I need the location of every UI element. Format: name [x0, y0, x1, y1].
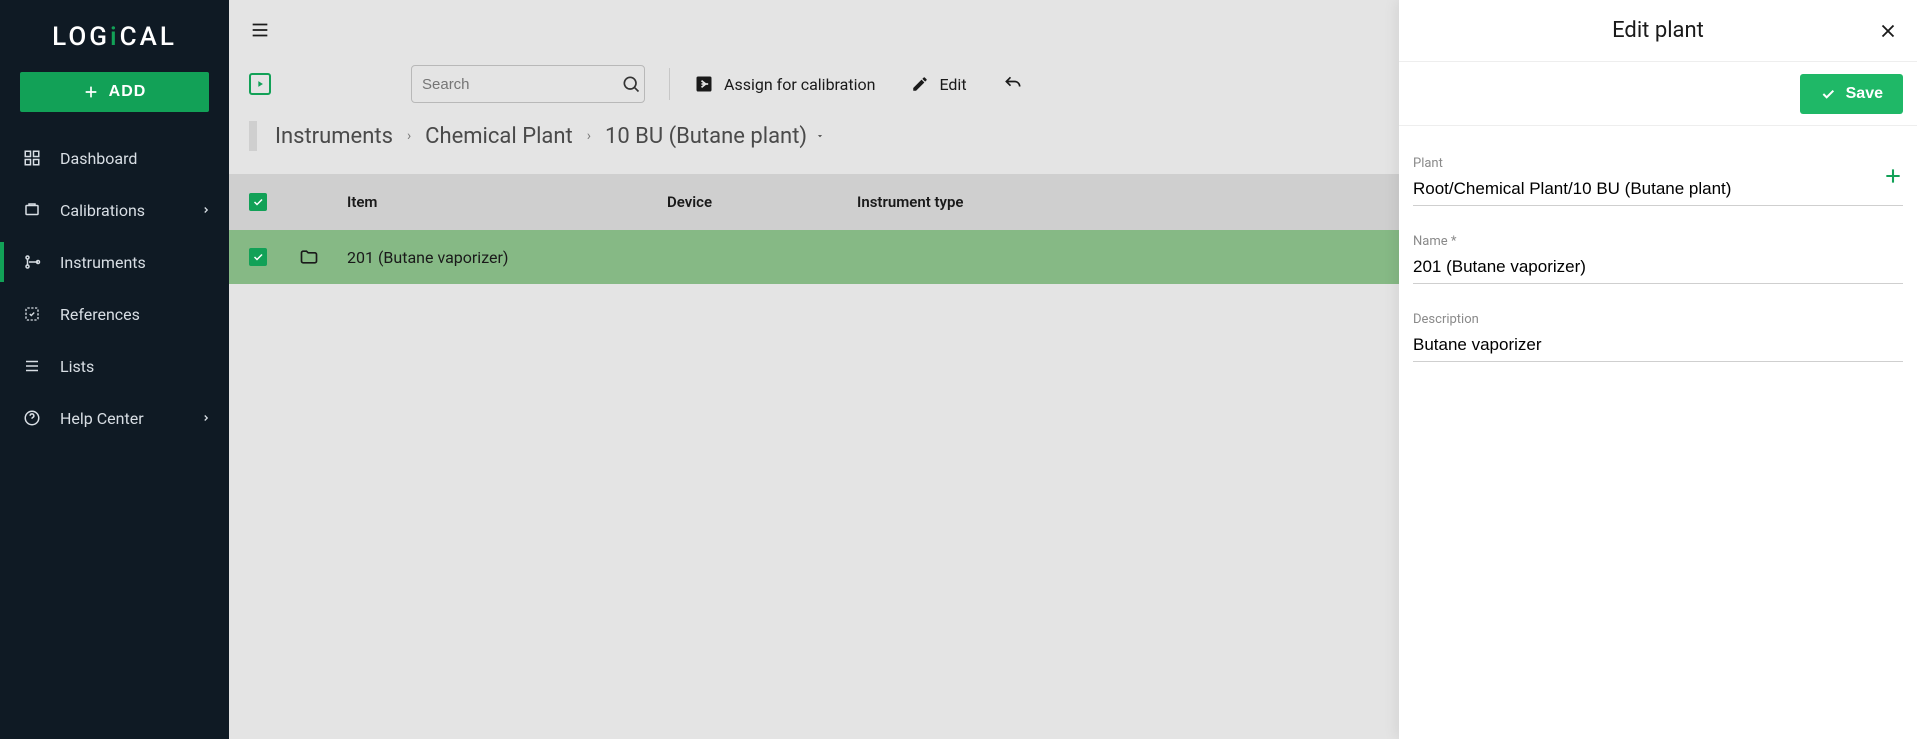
calibrations-icon	[22, 201, 42, 219]
panel-body: Plant Name * Description	[1399, 126, 1917, 390]
panel-header: Edit plant	[1399, 0, 1917, 62]
sidebar-item-label: Dashboard	[60, 149, 137, 168]
references-icon	[22, 305, 42, 323]
row-item-name: 201 (Butane vaporizer)	[347, 248, 667, 267]
caret-down-icon	[815, 131, 825, 141]
help-icon	[22, 409, 42, 427]
sidebar-item-calibrations[interactable]: Calibrations	[0, 184, 229, 236]
sidebar-item-lists[interactable]: Lists	[0, 340, 229, 392]
breadcrumb-root[interactable]: Instruments	[275, 124, 393, 149]
assign-icon	[694, 74, 714, 94]
sidebar-item-helpcenter[interactable]: Help Center	[0, 392, 229, 444]
save-button[interactable]: Save	[1800, 74, 1903, 114]
col-header-item[interactable]: Item	[347, 193, 667, 211]
sidebar-item-instruments[interactable]: Instruments	[0, 236, 229, 288]
field-label-description: Description	[1413, 312, 1903, 327]
menu-toggle-icon[interactable]	[249, 19, 271, 41]
plus-icon[interactable]	[1883, 166, 1903, 186]
search-icon	[621, 74, 641, 94]
divider	[669, 68, 670, 100]
edit-plant-panel: Edit plant Save Plant Name *	[1399, 0, 1917, 739]
check-icon	[1820, 86, 1836, 102]
sidebar-item-label: Instruments	[60, 253, 146, 272]
sidebar-item-label: Help Center	[60, 409, 144, 428]
close-icon[interactable]	[1877, 20, 1899, 42]
breadcrumb-last[interactable]: 10 BU (Butane plant)	[605, 124, 825, 149]
main-area: Assign for calibration Edit Instruments …	[229, 0, 1917, 739]
sidebar-item-label: Lists	[60, 357, 94, 376]
play-panel-button[interactable]	[249, 73, 271, 95]
panel-actions: Save	[1399, 62, 1917, 126]
plus-icon	[83, 84, 99, 100]
edit-button[interactable]: Edit	[911, 75, 966, 94]
field-label-name: Name *	[1413, 234, 1903, 249]
panel-title: Edit plant	[1612, 18, 1704, 43]
sidebar: LOGiCAL ADD Dashboard Calibrations Instr…	[0, 0, 229, 739]
field-name: Name *	[1413, 234, 1903, 284]
folder-icon	[299, 247, 319, 267]
pencil-icon	[911, 75, 929, 93]
sidebar-item-dashboard[interactable]: Dashboard	[0, 132, 229, 184]
chevron-right-icon: ›	[587, 128, 591, 144]
sidebar-item-references[interactable]: References	[0, 288, 229, 340]
assign-calibration-button[interactable]: Assign for calibration	[694, 74, 875, 94]
sidebar-item-label: References	[60, 305, 140, 324]
chevron-right-icon: ›	[407, 128, 411, 144]
app-logo: LOGiCAL	[0, 10, 229, 72]
col-header-device[interactable]: Device	[667, 193, 857, 211]
breadcrumb-mid[interactable]: Chemical Plant	[425, 124, 573, 149]
search-input[interactable]	[422, 76, 621, 93]
chevron-right-icon	[201, 205, 211, 215]
search-input-wrap[interactable]	[411, 65, 645, 103]
sidebar-item-label: Calibrations	[60, 201, 145, 220]
lists-icon	[22, 357, 42, 375]
dashboard-icon	[22, 149, 42, 167]
chevron-right-icon	[201, 413, 211, 423]
add-button[interactable]: ADD	[20, 72, 209, 112]
field-plant: Plant	[1413, 156, 1903, 206]
breadcrumb-handle	[249, 121, 257, 151]
undo-icon	[1003, 74, 1023, 94]
field-label-plant: Plant	[1413, 156, 1903, 171]
description-field[interactable]	[1413, 331, 1903, 362]
select-all-checkbox[interactable]	[249, 193, 267, 211]
name-field[interactable]	[1413, 253, 1903, 284]
instruments-icon	[22, 253, 42, 271]
row-checkbox[interactable]	[249, 248, 267, 266]
field-description: Description	[1413, 312, 1903, 362]
undo-button[interactable]	[1003, 74, 1023, 94]
plant-field[interactable]	[1413, 175, 1903, 206]
